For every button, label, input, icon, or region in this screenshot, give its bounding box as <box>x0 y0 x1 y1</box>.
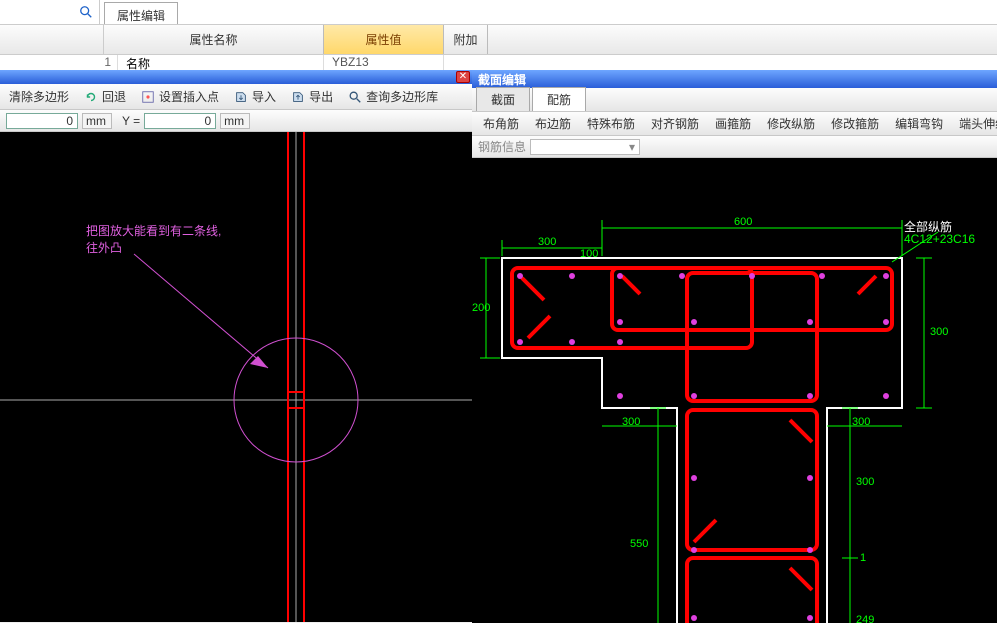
dim-300d: 300 <box>856 476 874 488</box>
export-button[interactable]: 导出 <box>285 85 338 108</box>
section-tabs: 截面 配筋 <box>472 88 997 112</box>
close-icon[interactable]: ✕ <box>456 71 470 83</box>
x-input[interactable]: 0 <box>6 113 78 129</box>
draw-stirrup-button[interactable]: 画箍筋 <box>708 112 758 135</box>
rebar-toolbar: 布角筋 布边筋 特殊布筋 对齐钢筋 画箍筋 修改纵筋 修改箍筋 编辑弯钩 端头伸… <box>472 112 997 136</box>
special-rebar-button[interactable]: 特殊布筋 <box>580 112 642 135</box>
section-edit-titlebar: 截面编辑 <box>472 70 997 88</box>
section-canvas[interactable]: 600 300 100 200 300 300 300 300 550 1 24… <box>472 158 997 623</box>
dim-300f: 300 <box>852 416 870 428</box>
x-unit: mm <box>82 113 112 129</box>
export-icon <box>290 89 306 105</box>
col-attr-name: 属性名称 <box>104 25 324 54</box>
annotation-line2: 往外凸 <box>86 239 221 256</box>
align-rebar-button[interactable]: 对齐钢筋 <box>644 112 706 135</box>
search-icon <box>347 89 363 105</box>
dim-600: 600 <box>734 216 752 228</box>
dim-249: 249 <box>856 614 874 623</box>
dim-1: 1 <box>860 552 866 564</box>
cad-canvas[interactable]: 把图放大能看到有二条线, 往外凸 <box>0 132 472 622</box>
import-button[interactable]: 导入 <box>228 85 281 108</box>
y-label: Y = <box>122 114 140 128</box>
dim-200: 200 <box>472 302 490 314</box>
query-polygon-lib-button[interactable]: 查询多边形库 <box>342 85 443 108</box>
edit-hook-button[interactable]: 编辑弯钩 <box>888 112 950 135</box>
coordinate-bar: 0 mm Y = 0 mm <box>0 110 472 132</box>
undo-button[interactable]: 回退 <box>78 85 131 108</box>
attribute-grid-header: 属性名称 属性值 附加 <box>0 25 997 55</box>
left-toolbar: 清除多边形 回退 设置插入点 导入 导出 查询多边形库 <box>0 84 472 110</box>
annotation-line1: 把图放大能看到有二条线, <box>86 222 221 239</box>
set-insert-point-button[interactable]: 设置插入点 <box>135 85 224 108</box>
search-area <box>0 0 100 24</box>
dim-550: 550 <box>630 538 648 550</box>
corner-rebar-button[interactable]: 布角筋 <box>476 112 526 135</box>
import-icon <box>233 89 249 105</box>
end-extension-button[interactable]: 端头伸缩 <box>952 112 997 135</box>
dim-300b: 300 <box>930 326 948 338</box>
tab-rebar[interactable]: 配筋 <box>532 87 586 111</box>
col-attr-add: 附加 <box>444 25 488 54</box>
clear-polygon-button[interactable]: 清除多边形 <box>4 85 74 108</box>
rebar-info-combo[interactable]: ▾ <box>530 139 640 155</box>
dim-100: 100 <box>580 248 598 260</box>
rebar-info-label: 钢筋信息 <box>478 138 526 155</box>
tab-section[interactable]: 截面 <box>476 87 530 111</box>
dim-300c: 300 <box>622 416 640 428</box>
point-icon <box>140 89 156 105</box>
polygon-define-window: ✕ 清除多边形 回退 设置插入点 导入 导出 查询多边形库 0 mm Y = 0… <box>0 70 472 623</box>
search-icon[interactable] <box>77 3 95 21</box>
left-window-titlebar: ✕ <box>0 70 472 84</box>
dim-300a: 300 <box>538 236 556 248</box>
top-bar: 属性编辑 <box>0 0 997 25</box>
modify-stirrup-button[interactable]: 修改箍筋 <box>824 112 886 135</box>
chevron-down-icon: ▾ <box>627 142 637 152</box>
edge-rebar-button[interactable]: 布边筋 <box>528 112 578 135</box>
y-input[interactable]: 0 <box>144 113 216 129</box>
rebar-info-bar: 钢筋信息 ▾ <box>472 136 997 158</box>
legend-value: 4C12+23C16 <box>904 232 975 246</box>
undo-icon <box>83 89 99 105</box>
y-unit: mm <box>220 113 250 129</box>
section-edit-window: 截面编辑 截面 配筋 布角筋 布边筋 特殊布筋 对齐钢筋 画箍筋 修改纵筋 修改… <box>472 70 997 623</box>
modify-long-rebar-button[interactable]: 修改纵筋 <box>760 112 822 135</box>
tab-attribute-edit[interactable]: 属性编辑 <box>104 2 178 24</box>
col-attr-value: 属性值 <box>324 25 444 54</box>
